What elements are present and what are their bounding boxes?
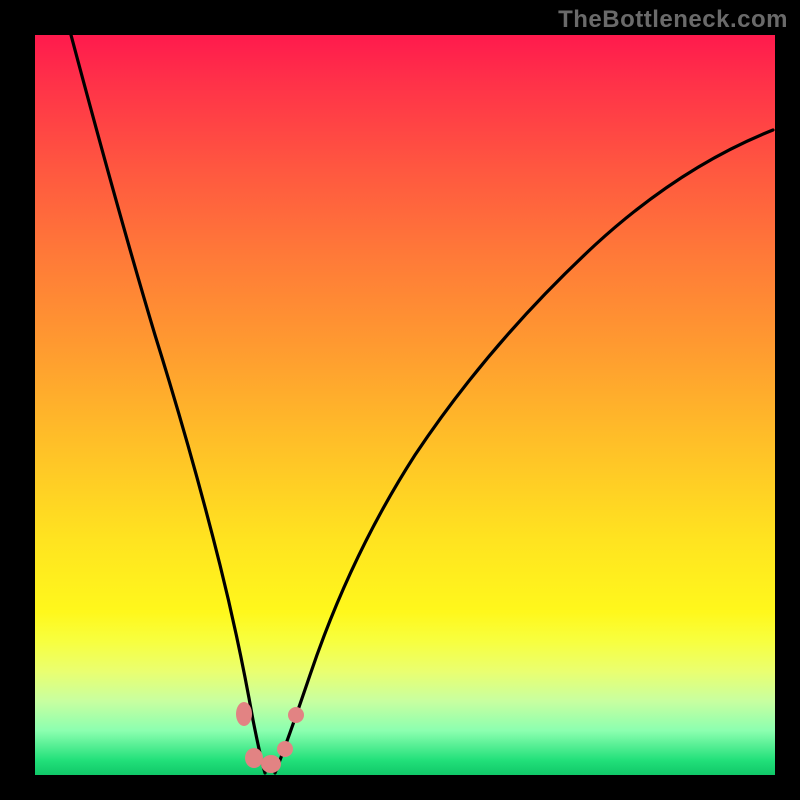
plot-area: [35, 35, 775, 775]
right-rise-curve: [275, 130, 773, 773]
data-marker: [261, 755, 281, 773]
data-marker: [288, 707, 304, 723]
data-marker: [236, 702, 252, 726]
attribution-label: TheBottleneck.com: [558, 6, 788, 34]
curve-layer: [35, 35, 775, 775]
left-dip-curve: [71, 35, 265, 773]
chart-frame: TheBottleneck.com: [0, 0, 800, 800]
data-marker: [277, 741, 293, 757]
data-marker: [245, 748, 263, 768]
